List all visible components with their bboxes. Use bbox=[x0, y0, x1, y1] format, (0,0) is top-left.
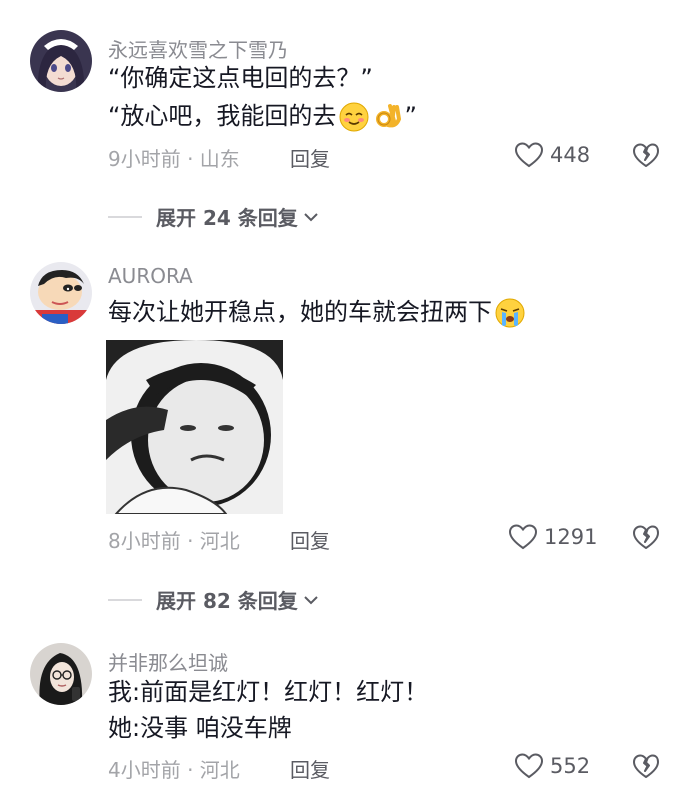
comment-text: “放心吧，我能回的去 bbox=[108, 102, 337, 130]
crying-face-emoji bbox=[494, 297, 526, 329]
reply-button[interactable]: 回复 bbox=[290, 525, 330, 554]
divider-dash bbox=[108, 598, 142, 601]
expand-replies-label: 展开 24 条回复 bbox=[156, 206, 298, 230]
chevron-down-icon bbox=[304, 212, 318, 221]
chevron-down-icon bbox=[304, 595, 318, 604]
broken-heart-icon bbox=[633, 754, 659, 778]
comment-text-line-1: “你确定这点电回的去？” bbox=[108, 64, 373, 92]
comment-text-line-2: “放心吧，我能回的去 ” bbox=[108, 100, 417, 133]
reply-button[interactable]: 回复 bbox=[290, 143, 330, 172]
like-count: 1291 bbox=[544, 525, 598, 549]
username[interactable]: 并非那么坦诚 bbox=[108, 647, 228, 676]
avatar[interactable] bbox=[30, 643, 92, 705]
divider-dash bbox=[108, 215, 142, 218]
blush-face-emoji bbox=[338, 101, 370, 133]
dislike-button[interactable] bbox=[632, 141, 660, 169]
comment-text-line-1: 我:前面是红灯！红灯！红灯！ bbox=[108, 678, 429, 706]
like-count: 448 bbox=[550, 143, 591, 167]
like-button[interactable]: 552 bbox=[514, 752, 590, 780]
heart-outline-icon bbox=[508, 524, 538, 550]
reply-button[interactable]: 回复 bbox=[290, 754, 330, 783]
dislike-button[interactable] bbox=[632, 752, 660, 780]
heart-outline-icon bbox=[514, 142, 544, 168]
like-button[interactable]: 1291 bbox=[508, 523, 597, 551]
comment-text: 每次让她开稳点，她的车就会扭两下 bbox=[108, 298, 492, 326]
meme-face-image bbox=[106, 340, 283, 514]
broken-heart-icon bbox=[633, 143, 659, 167]
time-location: 8小时前 · 河北 bbox=[108, 529, 240, 553]
comment-text-line-1: 每次让她开稳点，她的车就会扭两下 bbox=[108, 296, 526, 329]
username[interactable]: AURORA bbox=[108, 264, 193, 288]
time-location: 4小时前 · 河北 bbox=[108, 758, 240, 782]
time-location: 9小时前 · 山东 bbox=[108, 147, 240, 171]
meme-image[interactable] bbox=[106, 340, 283, 514]
heart-outline-icon bbox=[514, 753, 544, 779]
avatar[interactable] bbox=[30, 262, 92, 324]
comment-text-line-2: 她:没事 咱没车牌 bbox=[108, 714, 292, 742]
dislike-button[interactable] bbox=[632, 523, 660, 551]
ok-hand-emoji bbox=[372, 101, 404, 133]
like-count: 552 bbox=[550, 754, 591, 778]
expand-replies-button[interactable]: 展开 24 条回复 bbox=[108, 202, 320, 231]
like-button[interactable]: 448 bbox=[514, 141, 590, 169]
expand-replies-button[interactable]: 展开 82 条回复 bbox=[108, 585, 320, 614]
closing-quote: ” bbox=[404, 102, 417, 130]
avatar[interactable] bbox=[30, 30, 92, 92]
expand-replies-label: 展开 82 条回复 bbox=[156, 589, 298, 613]
username[interactable]: 永远喜欢雪之下雪乃 bbox=[108, 34, 288, 63]
broken-heart-icon bbox=[633, 525, 659, 549]
